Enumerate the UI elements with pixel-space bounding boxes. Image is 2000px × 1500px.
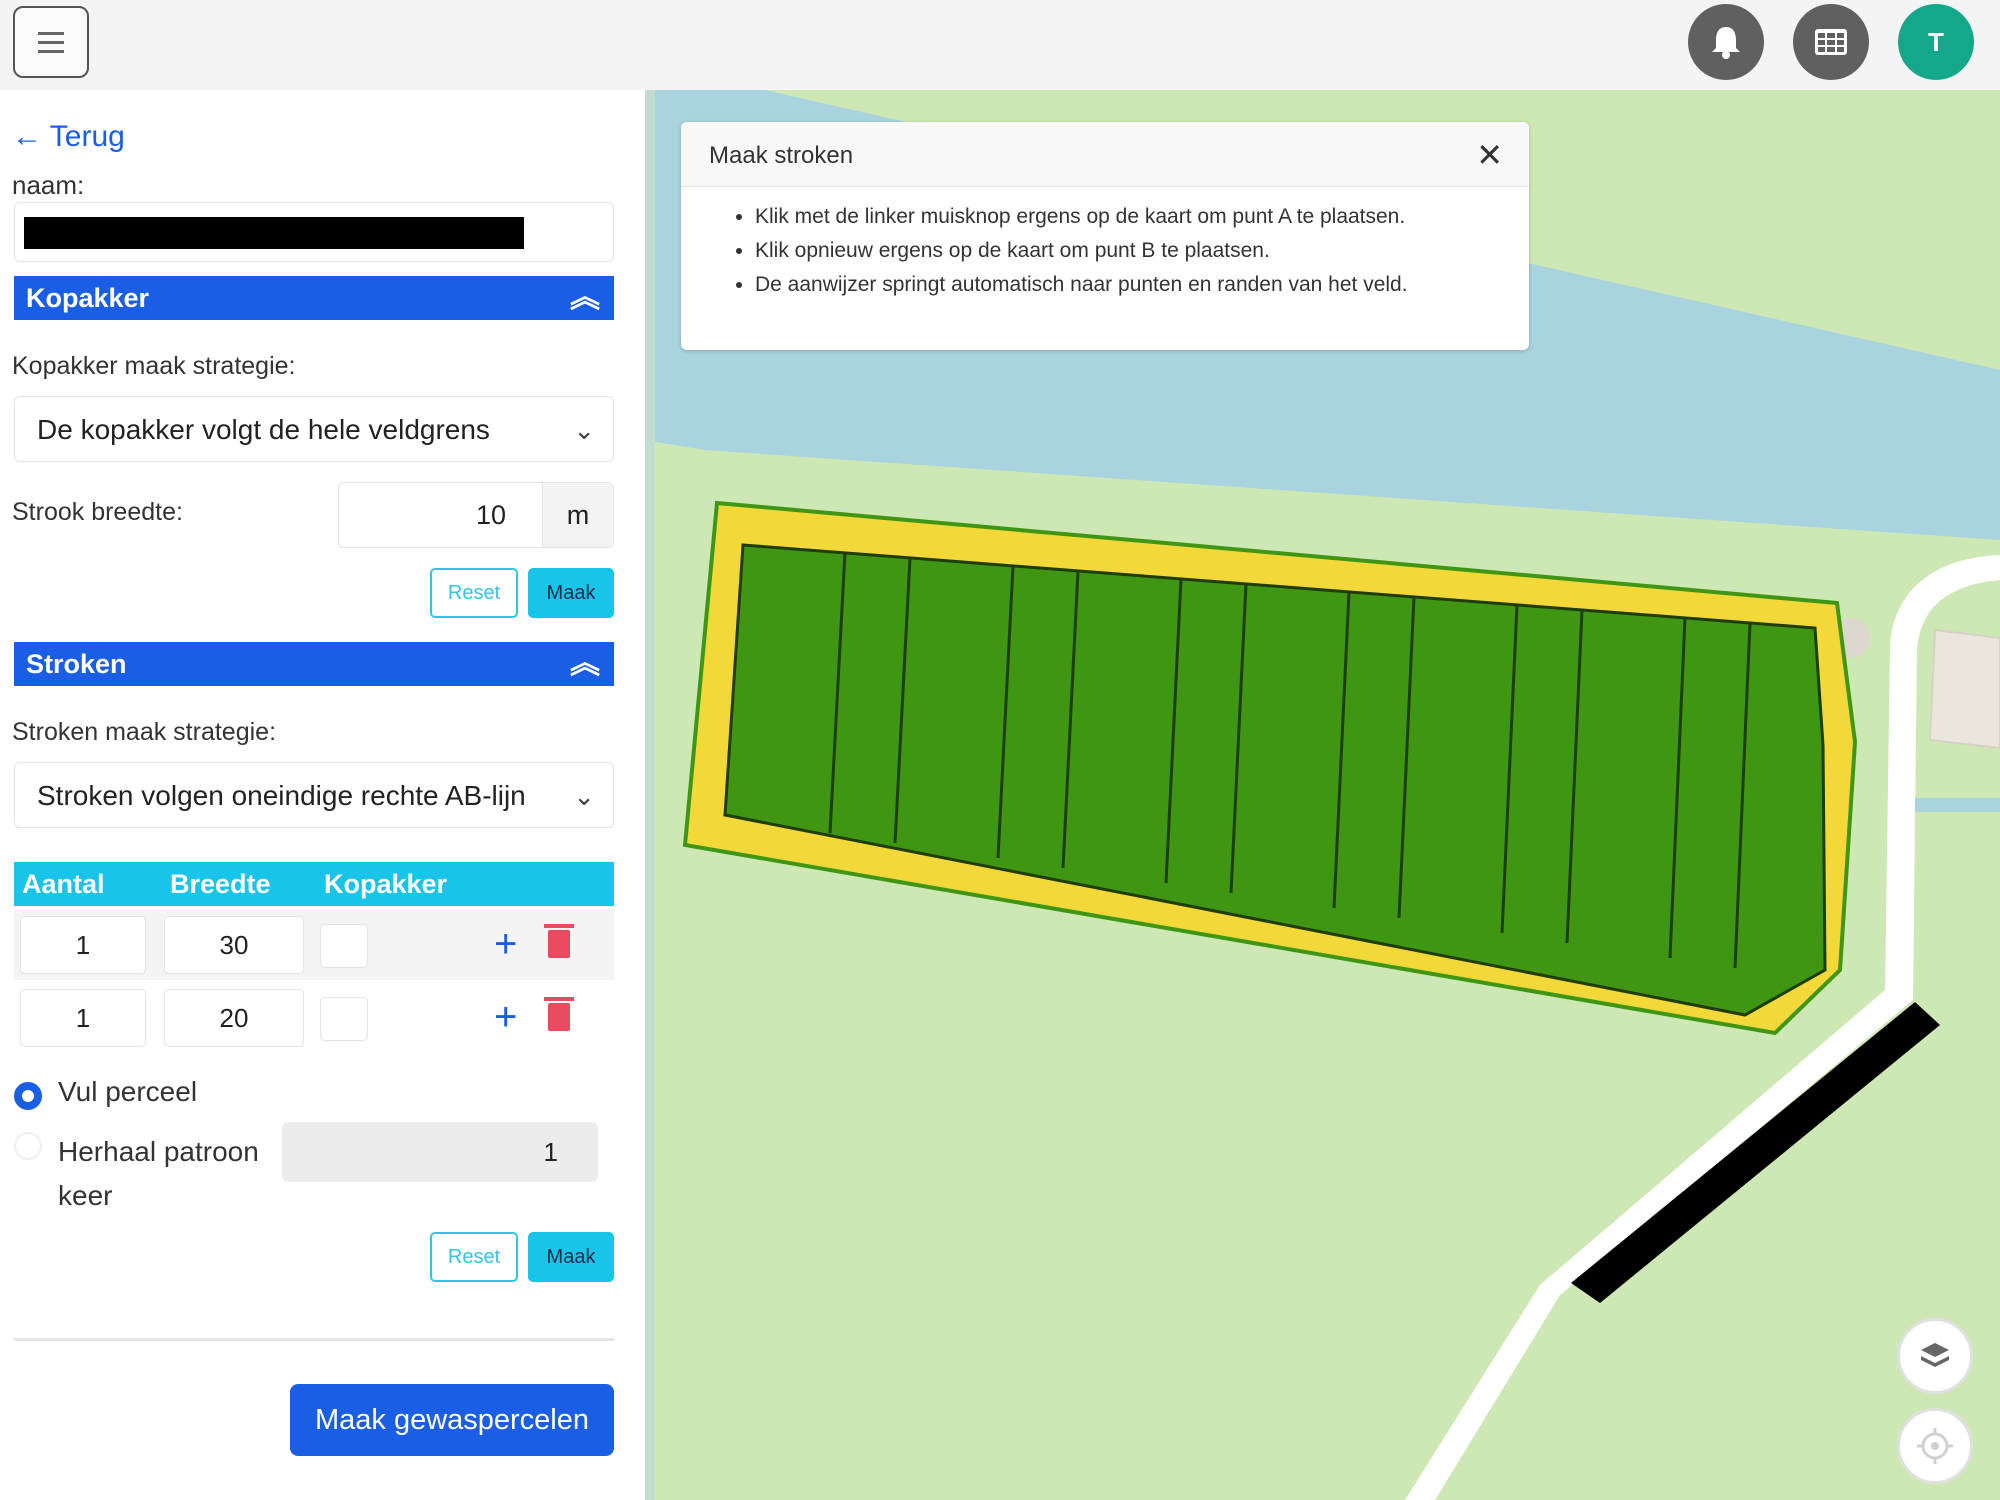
stroken-strategy-select[interactable]: Stroken volgen oneindige rechte AB-lijn …	[14, 762, 614, 828]
double-chevron-up-icon[interactable]: ︽	[570, 276, 600, 320]
list-item: Klik met de linker muisknop ergens op de…	[755, 200, 1408, 234]
plus-icon[interactable]: +	[494, 916, 517, 972]
redacted-value	[24, 217, 524, 249]
create-crop-parcels-button[interactable]: Maak gewaspercelen	[290, 1384, 614, 1456]
aantal-input[interactable]: 1	[20, 989, 146, 1047]
kopakker-strategy-select[interactable]: De kopakker volgt de hele veldgrens ⌄	[14, 396, 614, 462]
fill-parcel-label: Vul perceel	[58, 1076, 198, 1107]
list-item: De aanwijzer springt automatisch naar pu…	[755, 268, 1408, 302]
fill-parcel-radio[interactable]	[14, 1082, 42, 1110]
ditch	[1915, 798, 2000, 812]
breedte-input[interactable]: 30	[164, 916, 304, 974]
kopakker-strategy-label: Kopakker maak strategie:	[12, 352, 296, 380]
aantal-input[interactable]: 1	[20, 916, 146, 974]
hamburger-menu-icon[interactable]	[13, 6, 89, 78]
bell-icon[interactable]	[1688, 4, 1764, 80]
map-view[interactable]: Maak stroken ✕ Klik met de linker muiskn…	[645, 90, 2000, 1500]
building	[1928, 628, 2000, 750]
table-icon[interactable]	[1793, 4, 1869, 80]
stroken-strategy-label: Stroken maak strategie:	[12, 718, 277, 746]
map-edge	[645, 90, 655, 1500]
strips-table-header: Aantal Breedte Kopakker	[14, 862, 614, 906]
stroken-make-button[interactable]: Maak	[528, 1232, 614, 1282]
kopakker-strategy-value: De kopakker volgt de hele veldgrens	[37, 414, 490, 445]
strip-width-field[interactable]: 10 m	[338, 482, 614, 548]
back-link[interactable]: ← Terug	[12, 120, 125, 154]
table-row: 1 30 +	[14, 910, 614, 980]
kopakker-checkbox[interactable]	[320, 997, 368, 1041]
chevron-down-icon: ⌄	[573, 415, 595, 445]
instructions-popup: Maak stroken ✕ Klik met de linker muiskn…	[681, 122, 1529, 350]
column-breedte: Breedte	[170, 869, 271, 899]
kopakker-checkbox[interactable]	[320, 924, 368, 968]
column-aantal: Aantal	[22, 869, 105, 899]
instructions-list: Klik met de linker muisknop ergens op de…	[755, 200, 1408, 302]
column-kopakker: Kopakker	[324, 869, 448, 899]
close-icon[interactable]: ✕	[1476, 136, 1503, 174]
stroken-strategy-value: Stroken volgen oneindige rechte AB-lijn	[37, 780, 526, 811]
repeat-pattern-radio[interactable]	[14, 1132, 42, 1160]
stroken-section-header[interactable]: Stroken ︽	[14, 642, 614, 686]
plus-icon[interactable]: +	[494, 989, 517, 1045]
breedte-input[interactable]: 20	[164, 989, 304, 1047]
trash-icon[interactable]	[544, 924, 574, 958]
layers-icon[interactable]	[1897, 1318, 1973, 1394]
name-input[interactable]	[14, 202, 614, 262]
stroken-reset-button[interactable]: Reset	[430, 1232, 518, 1282]
repeat-pattern-label-times: keer	[58, 1180, 113, 1211]
sidebar: ← Terug naam: Kopakker ︽ Kopakker maak s…	[0, 90, 645, 1500]
strip-width-unit: m	[543, 483, 613, 547]
kopakker-section-header[interactable]: Kopakker ︽	[14, 276, 614, 320]
list-item: Klik opnieuw ergens op de kaart om punt …	[755, 234, 1408, 268]
divider	[14, 1338, 614, 1341]
strip-width-label: Strook breedte:	[12, 498, 183, 526]
locate-icon[interactable]	[1897, 1408, 1973, 1484]
kopakker-reset-button[interactable]: Reset	[430, 568, 518, 618]
repeat-count-input[interactable]: 1	[282, 1122, 598, 1182]
chevron-down-icon: ⌄	[565, 763, 595, 827]
top-bar: T	[0, 0, 2000, 90]
popup-title: Maak stroken	[709, 142, 854, 169]
name-label: naam:	[12, 170, 85, 200]
table-row: 1 20 +	[14, 983, 614, 1053]
strip-width-value[interactable]: 10	[339, 483, 543, 547]
double-chevron-up-icon[interactable]: ︽	[570, 642, 600, 686]
trash-icon[interactable]	[544, 997, 574, 1031]
kopakker-title: Kopakker	[26, 283, 150, 313]
kopakker-make-button[interactable]: Maak	[528, 568, 614, 618]
avatar[interactable]: T	[1898, 4, 1974, 80]
stroken-title: Stroken	[26, 649, 127, 679]
repeat-pattern-label: Herhaal patroon	[58, 1136, 259, 1167]
